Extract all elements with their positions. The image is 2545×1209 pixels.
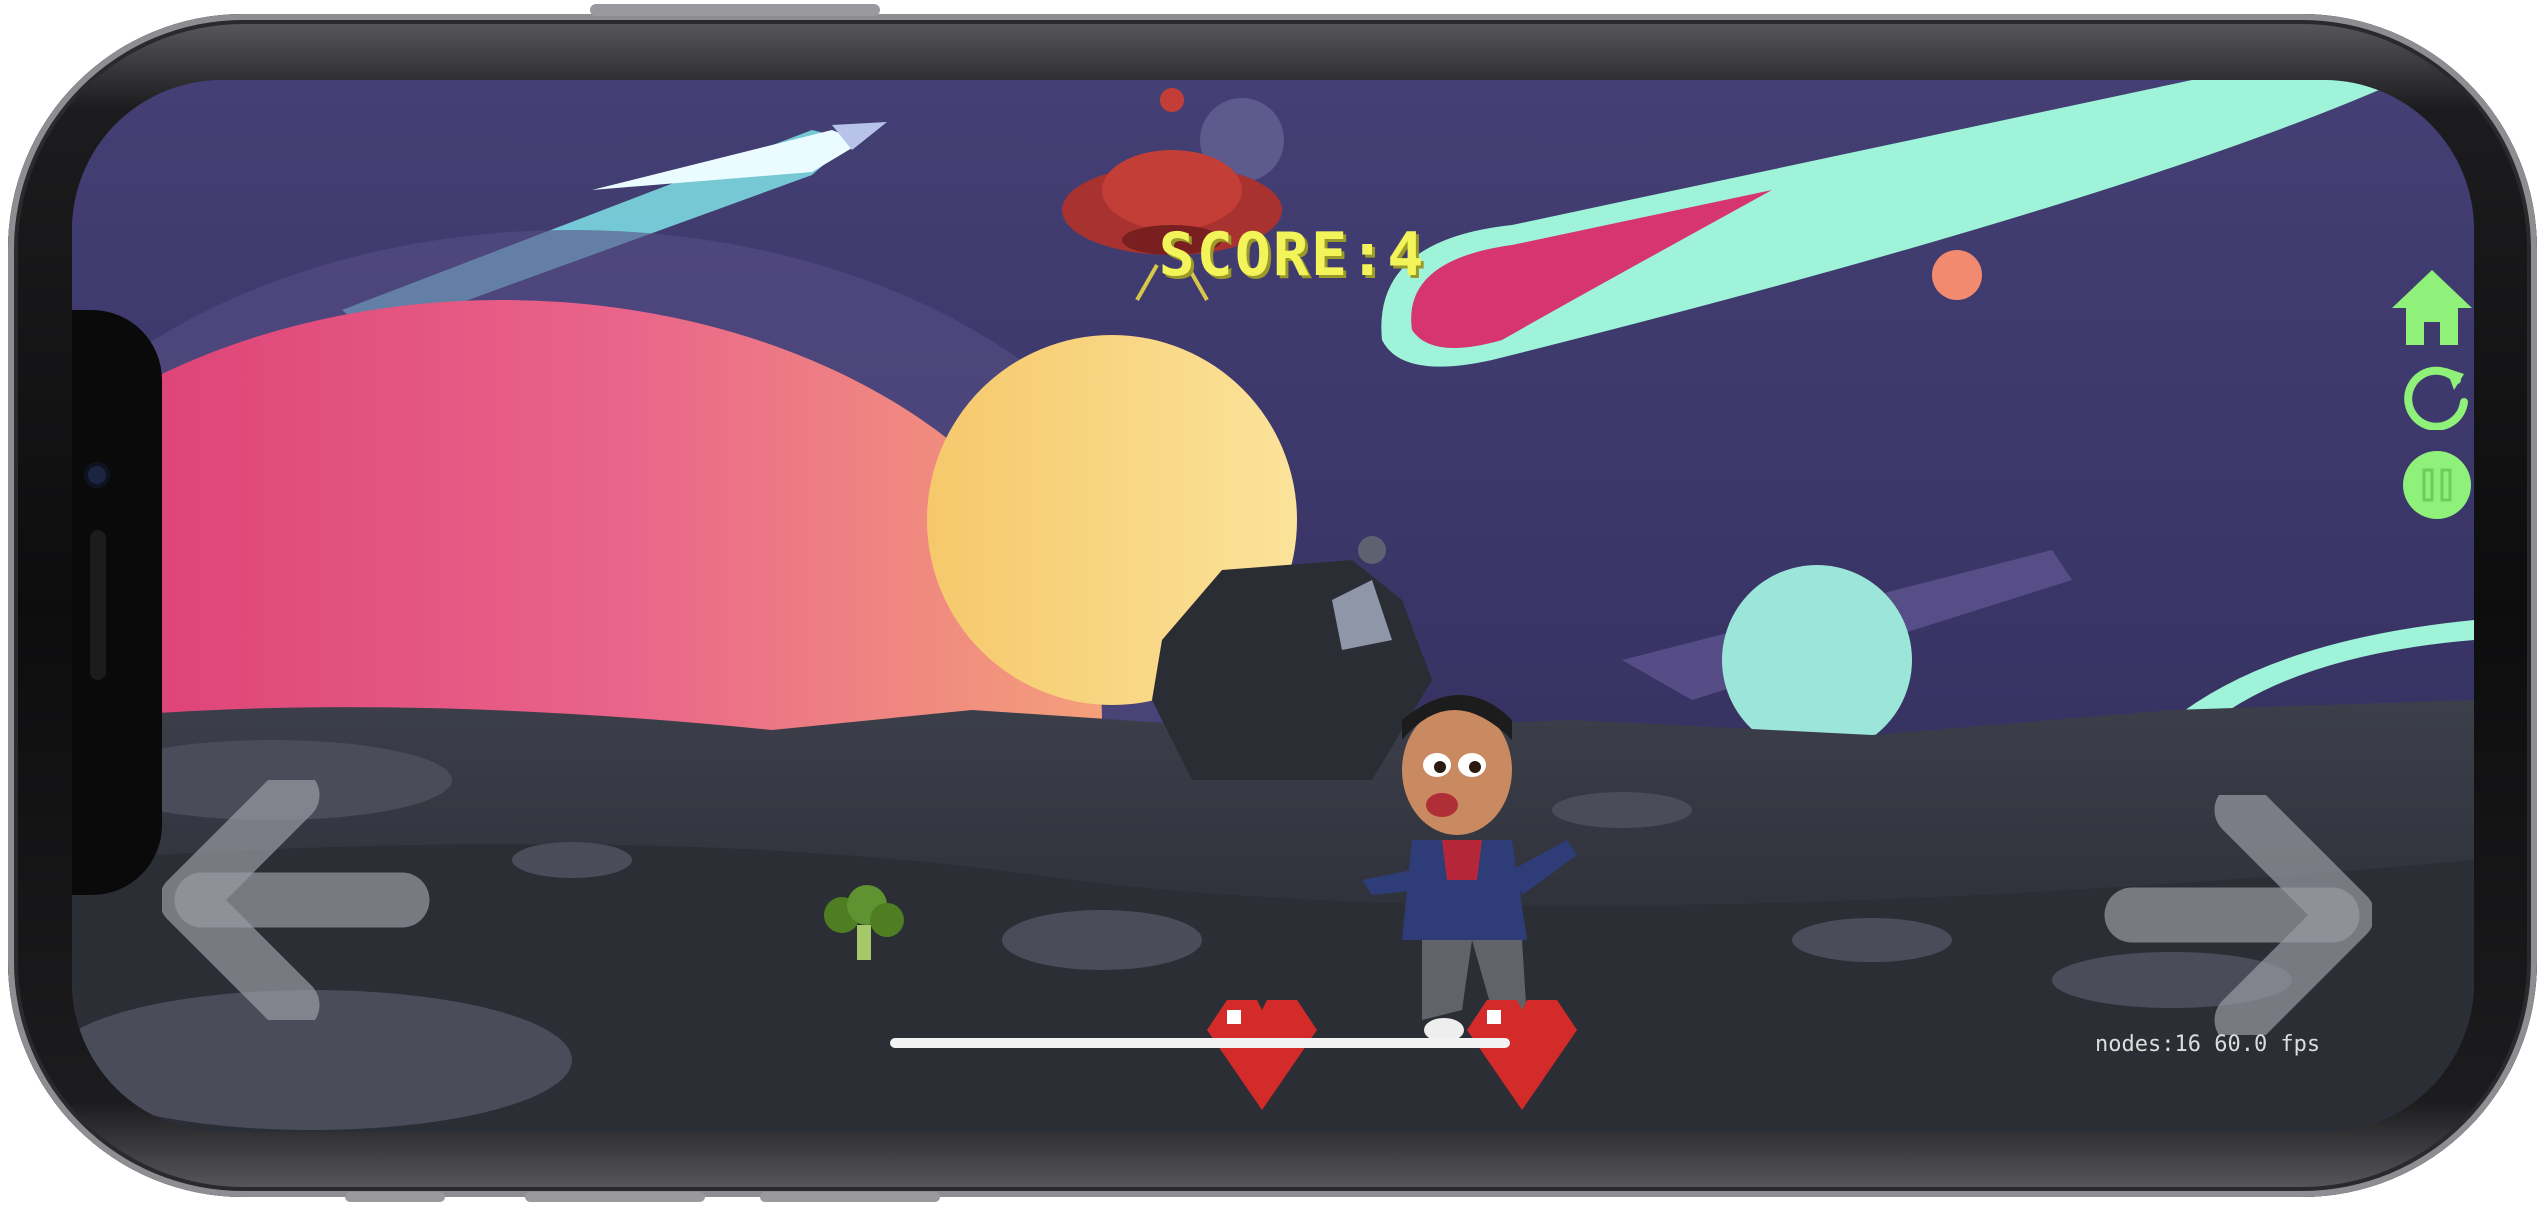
small-planet-orange [1932, 250, 1982, 300]
move-left-button[interactable] [162, 780, 432, 1020]
restart-icon [2404, 366, 2468, 430]
restart-button[interactable] [2402, 360, 2472, 430]
front-camera [84, 462, 110, 488]
home-icon [2392, 270, 2472, 345]
game-screen: SCORE:4 [72, 80, 2474, 1132]
phone-bottom-button-1 [345, 1192, 445, 1202]
pause-button[interactable] [2402, 450, 2472, 520]
left-arrow-icon [162, 780, 430, 1020]
debug-stats: nodes:16 60.0 fps [2095, 1032, 2321, 1057]
home-indicator[interactable] [890, 1038, 1510, 1048]
phone-notch [72, 310, 162, 895]
phone-bottom-button-3 [760, 1192, 940, 1202]
score-label: SCORE:4 [1158, 220, 1426, 290]
home-button[interactable] [2392, 270, 2472, 345]
pause-icon [2403, 451, 2471, 519]
phone-top-button [590, 4, 880, 16]
move-right-button[interactable] [2102, 795, 2372, 1035]
phone-bottom-button-2 [525, 1192, 705, 1202]
earpiece-speaker [90, 530, 106, 680]
right-arrow-icon [2104, 795, 2372, 1035]
